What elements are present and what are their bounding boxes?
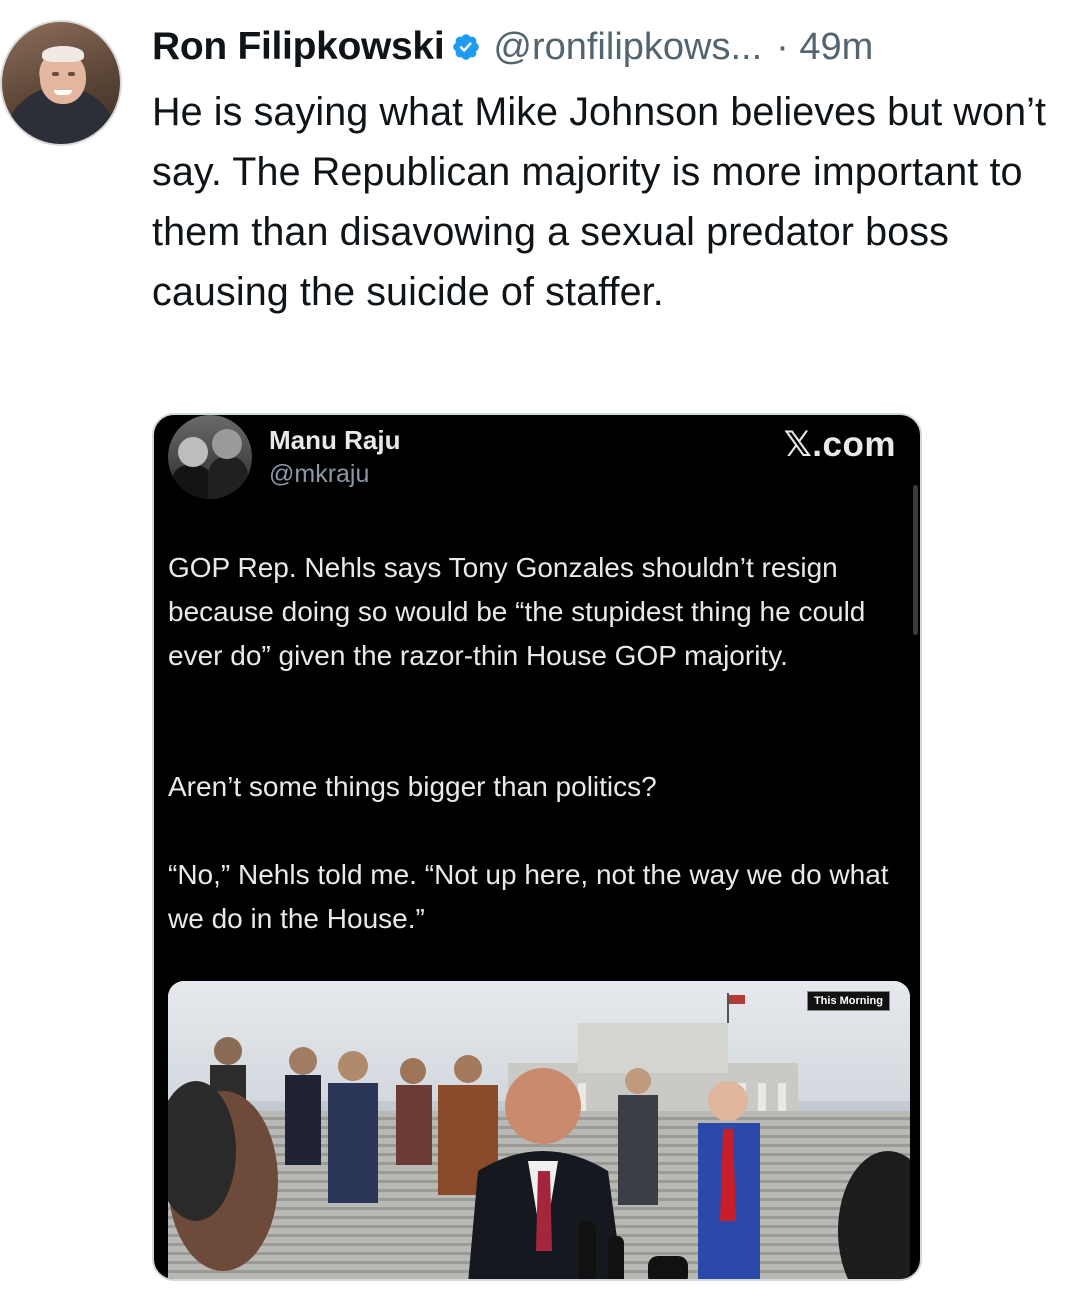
quoted-paragraph: “No,” Nehls told me. “Not up here, not t…	[168, 859, 889, 934]
tweet-timestamp[interactable]: · 49m	[776, 26, 873, 69]
avatar-figure-head	[178, 437, 208, 467]
quoted-author-handle: @mkraju	[269, 460, 370, 488]
avatar-eye-right	[68, 72, 75, 76]
quoted-paragraph: Aren’t some things bigger than politics?	[168, 771, 657, 802]
scrollbar[interactable]	[913, 485, 918, 635]
tweet-body: He is saying what Mike Johnson believes …	[152, 90, 1047, 314]
crowd-scene	[168, 1037, 910, 1279]
author-name[interactable]: Ron Filipkowski	[152, 25, 445, 69]
avatar-mouth	[54, 90, 72, 95]
quoted-author-avatar	[168, 415, 252, 499]
media-badge: This Morning	[806, 991, 890, 1011]
avatar-hair	[42, 46, 84, 62]
quoted-tweet-card[interactable]: Manu Raju @mkraju 𝕏.com GOP Rep. Nehls s…	[152, 413, 922, 1281]
avatar-eye-left	[52, 72, 59, 76]
avatar-figure-head	[212, 429, 242, 459]
quoted-media-image[interactable]: This Morning	[168, 981, 910, 1279]
verified-badge-icon	[453, 34, 480, 60]
tweet-header: Ron Filipkowski @ronfilipkows... · 49m	[152, 22, 873, 72]
avatar-figure	[208, 457, 248, 499]
avatar-figure	[172, 465, 212, 499]
author-avatar[interactable]	[0, 20, 122, 146]
x-logo: 𝕏.com	[783, 425, 896, 464]
quoted-author-name: Manu Raju	[269, 425, 401, 455]
quoted-paragraph: GOP Rep. Nehls says Tony Gonzales should…	[168, 552, 866, 671]
author-handle[interactable]: @ronfilipkows...	[493, 26, 762, 69]
